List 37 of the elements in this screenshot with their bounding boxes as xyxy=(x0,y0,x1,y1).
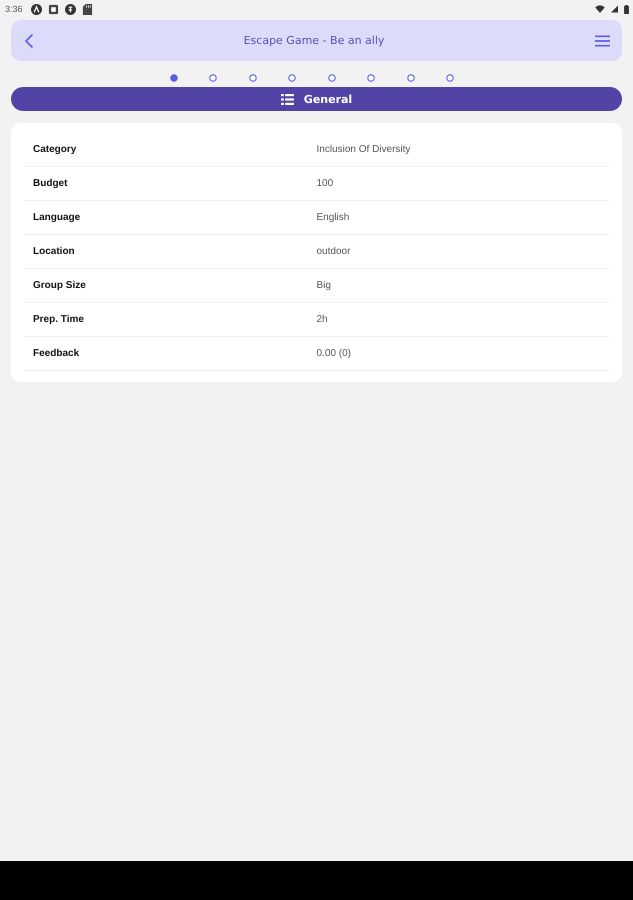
list-icon xyxy=(280,94,294,104)
detail-label: Group Size xyxy=(32,280,87,291)
sd-card-icon xyxy=(82,4,93,14)
detail-value: outdoor xyxy=(316,246,352,257)
detail-label: Budget xyxy=(32,178,68,189)
detail-label: Prep. Time xyxy=(32,314,85,325)
detail-label: Feedback xyxy=(32,348,80,359)
detail-label: Category xyxy=(32,144,78,155)
page-dot[interactable] xyxy=(446,74,454,82)
detail-value: 2h xyxy=(316,314,329,325)
wifi-icon xyxy=(595,5,605,13)
circle-logo-icon xyxy=(30,4,42,14)
page-dot[interactable] xyxy=(248,74,257,82)
detail-label: Language xyxy=(32,212,82,223)
detail-label: Location xyxy=(32,246,76,257)
signal-icon xyxy=(611,5,618,13)
page-dot[interactable] xyxy=(406,74,415,82)
page-dot[interactable] xyxy=(328,74,336,82)
section-title: General xyxy=(304,92,352,106)
chevron-left-icon xyxy=(25,34,33,48)
page-dot[interactable] xyxy=(367,74,376,82)
page-dot[interactable] xyxy=(288,74,296,82)
detail-value: 100 xyxy=(316,178,334,189)
back-button[interactable] xyxy=(23,32,35,50)
page-dot-filled[interactable] xyxy=(170,74,178,82)
battery-icon xyxy=(624,4,629,14)
detail-value: 0.00 (0) xyxy=(316,348,352,359)
detail-value: Inclusion Of Diversity xyxy=(316,144,412,155)
menu-icon xyxy=(595,34,610,46)
page-dot[interactable] xyxy=(209,74,218,82)
status-time: 3:36 xyxy=(5,4,23,14)
square-app-icon xyxy=(48,4,59,14)
detail-value: English xyxy=(316,212,350,223)
menu-button[interactable] xyxy=(593,32,612,48)
detail-value: Big xyxy=(316,280,332,291)
circle-app-icon xyxy=(64,4,76,14)
page-title: Escape Game - Be an ally xyxy=(244,34,384,47)
